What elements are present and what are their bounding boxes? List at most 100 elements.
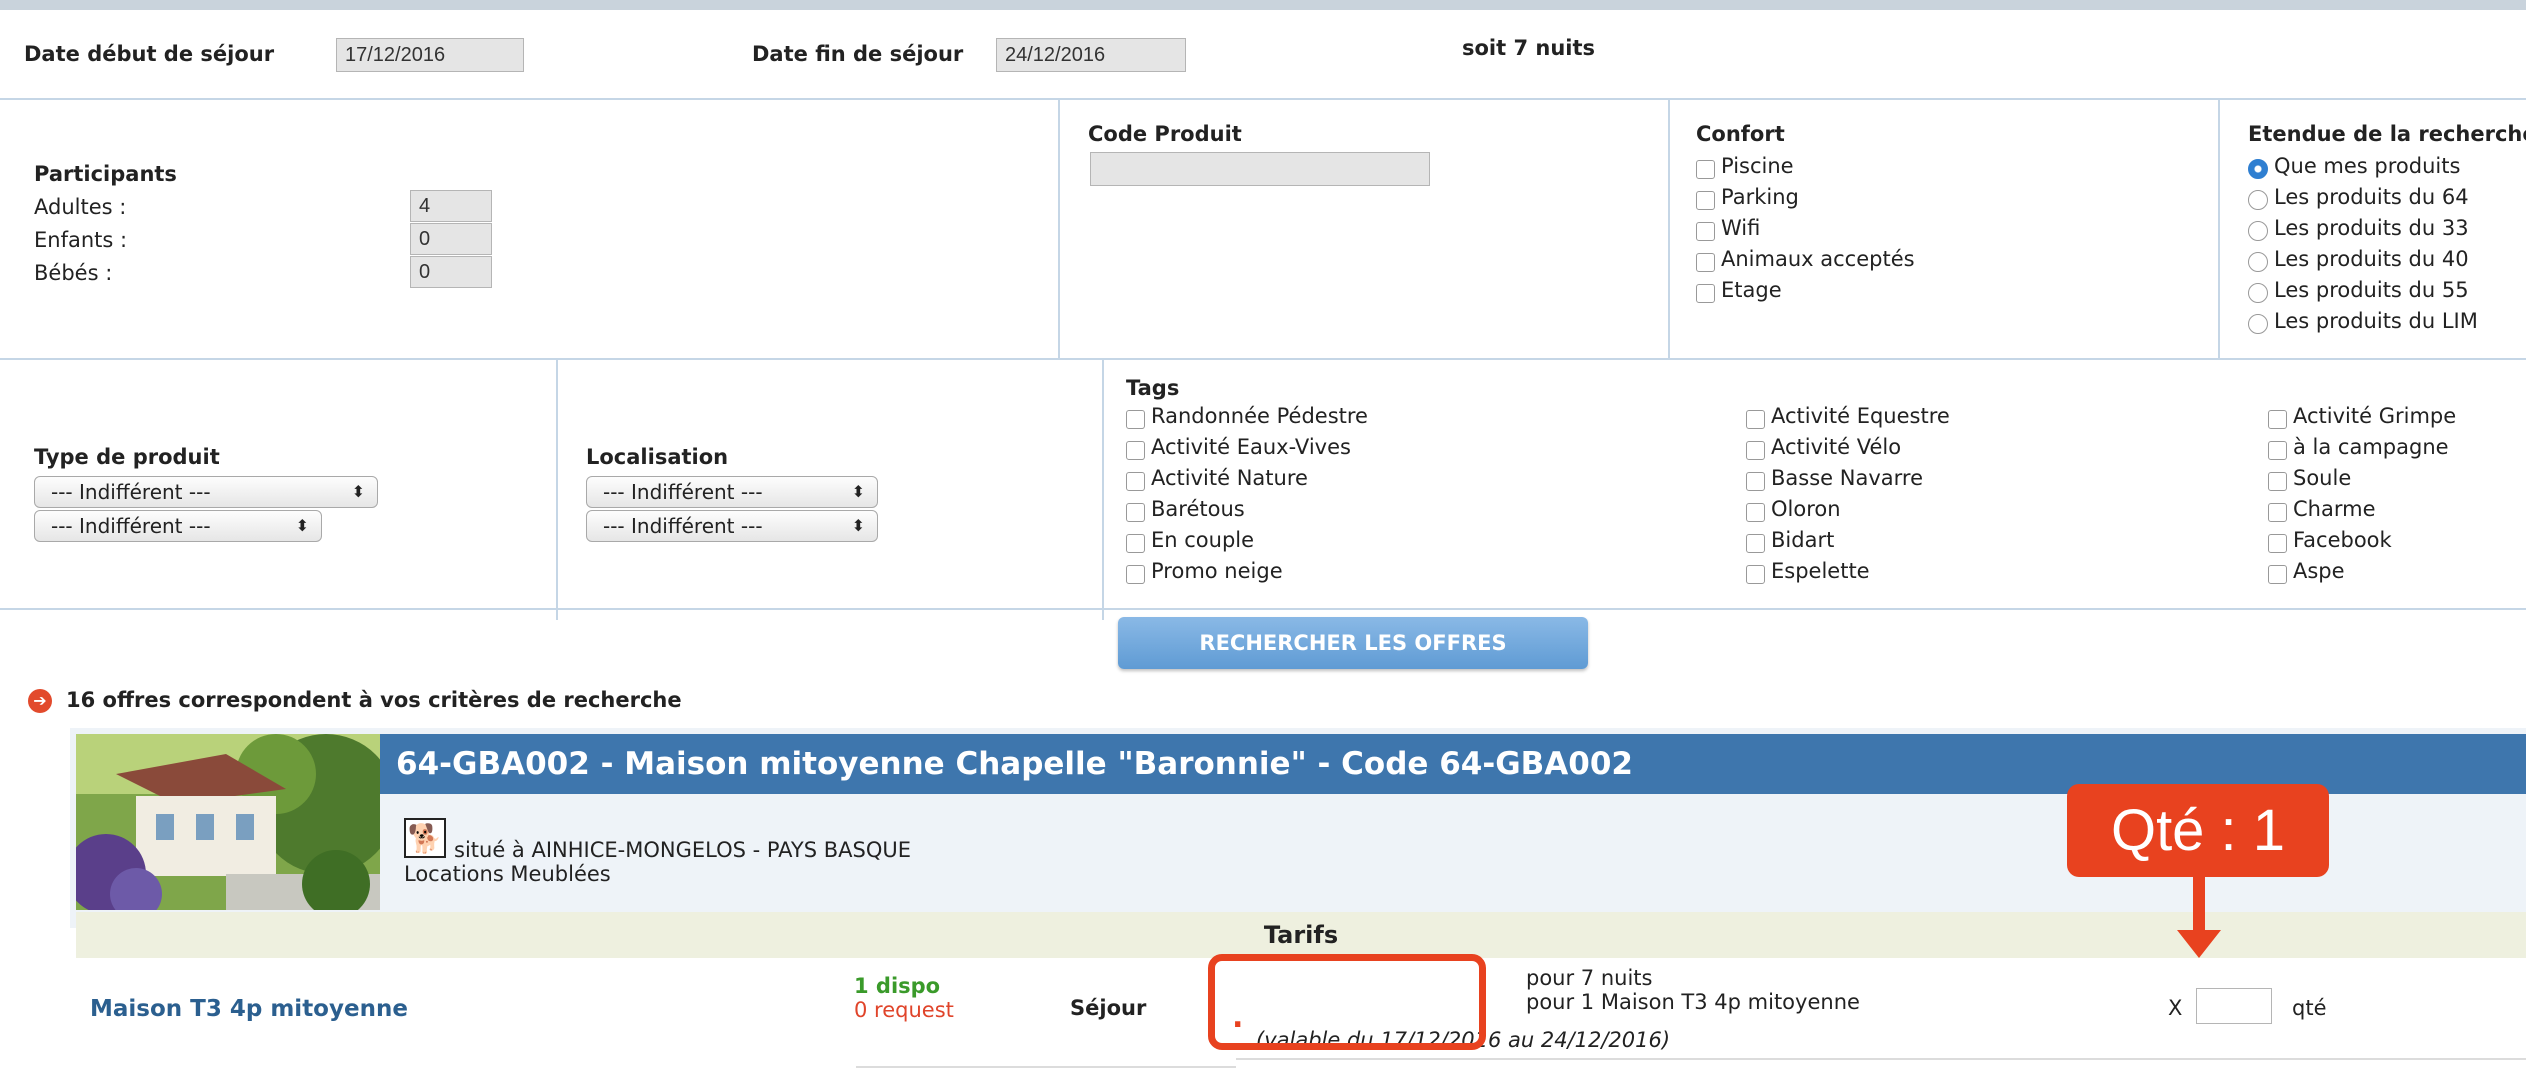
availability-count: 1 dispo <box>854 974 941 998</box>
radio[interactable] <box>2248 283 2268 303</box>
tags-title: Tags <box>1126 376 1180 400</box>
radio[interactable] <box>2248 252 2268 272</box>
etendue-option-3[interactable]: Les produits du 40 <box>2248 244 2469 274</box>
tag-option[interactable]: Oloron <box>1746 494 1841 524</box>
select-arrows-icon: ⬍ <box>851 516 865 535</box>
select-arrows-icon: ⬍ <box>295 516 309 535</box>
tag-option[interactable]: Facebook <box>2268 525 2392 555</box>
etendue-option-2[interactable]: Les produits du 33 <box>2248 213 2469 243</box>
tag-option[interactable]: Activité Vélo <box>1746 432 1901 462</box>
checkbox[interactable] <box>1696 221 1715 241</box>
checkbox[interactable] <box>1126 564 1145 584</box>
radio-selected[interactable] <box>2248 159 2268 179</box>
checkbox[interactable] <box>2268 409 2287 429</box>
etendue-option-4[interactable]: Les produits du 55 <box>2248 275 2469 305</box>
divider <box>0 98 2526 100</box>
listing-photo[interactable] <box>76 734 380 910</box>
tag-option[interactable]: En couple <box>1126 525 1254 555</box>
tag-option[interactable]: Espelette <box>1746 556 1870 586</box>
type-produit-select-2[interactable]: --- Indifférent --- ⬍ <box>34 510 322 542</box>
checkbox[interactable] <box>1126 502 1145 522</box>
tag-option[interactable]: Promo neige <box>1126 556 1283 586</box>
start-date-input[interactable] <box>336 38 524 72</box>
tag-option[interactable]: Barétous <box>1126 494 1245 524</box>
checkbox[interactable] <box>1746 564 1765 584</box>
tag-option[interactable]: Randonnée Pédestre <box>1126 401 1368 431</box>
divider <box>1058 98 1060 358</box>
listing-location: situé à AINHICE-MONGELOS - PAYS BASQUE <box>454 838 912 862</box>
confort-option-etage[interactable]: Etage <box>1696 275 1782 305</box>
radio[interactable] <box>2248 190 2268 210</box>
checkbox[interactable] <box>2268 564 2287 584</box>
children-input[interactable] <box>410 223 492 255</box>
radio[interactable] <box>2248 221 2268 241</box>
tag-option[interactable]: Activité Equestre <box>1746 401 1950 431</box>
checkbox[interactable] <box>1126 409 1145 429</box>
tag-option[interactable]: Soule <box>2268 463 2351 493</box>
etendue-title: Etendue de la recherche <box>2248 122 2526 146</box>
annotation-arrow-head-icon <box>2177 930 2221 958</box>
checkbox[interactable] <box>1696 190 1715 210</box>
end-date-input[interactable] <box>996 38 1186 72</box>
tag-option[interactable]: Bidart <box>1746 525 1834 555</box>
checkbox[interactable] <box>2268 471 2287 491</box>
type-produit-select-1[interactable]: --- Indifférent --- ⬍ <box>34 476 378 508</box>
pets-allowed-icon: 🐕 <box>404 818 446 858</box>
etendue-option-5[interactable]: Les produits du LIM <box>2248 306 2478 336</box>
divider <box>556 358 558 620</box>
request-count: 0 request <box>854 998 954 1022</box>
divider <box>1236 1058 2526 1060</box>
end-date-label: Date fin de séjour <box>752 42 964 66</box>
confort-option-animaux[interactable]: Animaux acceptés <box>1696 244 1915 274</box>
tag-option[interactable]: Charme <box>2268 494 2375 524</box>
divider <box>0 358 2526 360</box>
tag-option[interactable]: Activité Eaux-Vives <box>1126 432 1351 462</box>
arrow-right-circle-icon: ➔ <box>28 689 52 713</box>
tag-option[interactable]: à la campagne <box>2268 432 2449 462</box>
tag-option[interactable]: Activité Grimpe <box>2268 401 2456 431</box>
children-label: Enfants : <box>34 228 128 252</box>
annotation-box-price <box>1208 954 1486 1050</box>
checkbox[interactable] <box>2268 502 2287 522</box>
checkbox[interactable] <box>1696 283 1715 303</box>
radio[interactable] <box>2248 314 2268 334</box>
checkbox[interactable] <box>2268 440 2287 460</box>
localisation-select-1[interactable]: --- Indifférent --- ⬍ <box>586 476 878 508</box>
annotation-callout: Qté : 1 <box>2067 784 2329 877</box>
confort-option-wifi[interactable]: Wifi <box>1696 213 1760 243</box>
select-arrows-icon: ⬍ <box>351 482 365 501</box>
checkbox[interactable] <box>1746 409 1765 429</box>
checkbox[interactable] <box>1746 502 1765 522</box>
code-produit-input[interactable] <box>1090 152 1430 186</box>
localisation-select-2[interactable]: --- Indifférent --- ⬍ <box>586 510 878 542</box>
tag-option[interactable]: Activité Nature <box>1126 463 1308 493</box>
listing-category: Locations Meublées <box>404 862 611 886</box>
sejour-label: Séjour <box>1070 996 1147 1020</box>
confort-option-parking[interactable]: Parking <box>1696 182 1799 212</box>
product-name-link[interactable]: Maison T3 4p mitoyenne <box>90 996 408 1022</box>
etendue-option-1[interactable]: Les produits du 64 <box>2248 182 2469 212</box>
babies-input[interactable] <box>410 256 492 288</box>
checkbox[interactable] <box>2268 533 2287 553</box>
tag-option[interactable]: Basse Navarre <box>1746 463 1923 493</box>
price-detail-product: pour 1 Maison T3 4p mitoyenne <box>1526 990 1860 1014</box>
confort-title: Confort <box>1696 122 1785 146</box>
divider <box>0 608 2526 610</box>
search-offers-button[interactable]: RECHERCHER LES OFFRES <box>1118 617 1588 669</box>
checkbox[interactable] <box>1746 440 1765 460</box>
etendue-option-0[interactable]: Que mes produits <box>2248 151 2460 181</box>
checkbox[interactable] <box>1696 252 1715 272</box>
confort-option-piscine[interactable]: Piscine <box>1696 151 1794 181</box>
checkbox[interactable] <box>1746 533 1765 553</box>
checkbox[interactable] <box>1746 471 1765 491</box>
adults-input[interactable] <box>410 190 492 222</box>
divider <box>856 1066 1236 1068</box>
quantity-input[interactable] <box>2196 988 2272 1024</box>
price-detail-nights: pour 7 nuits <box>1526 966 1653 990</box>
participants-title: Participants <box>34 162 177 186</box>
checkbox[interactable] <box>1126 471 1145 491</box>
tag-option[interactable]: Aspe <box>2268 556 2345 586</box>
checkbox[interactable] <box>1126 440 1145 460</box>
checkbox[interactable] <box>1696 159 1715 179</box>
checkbox[interactable] <box>1126 533 1145 553</box>
